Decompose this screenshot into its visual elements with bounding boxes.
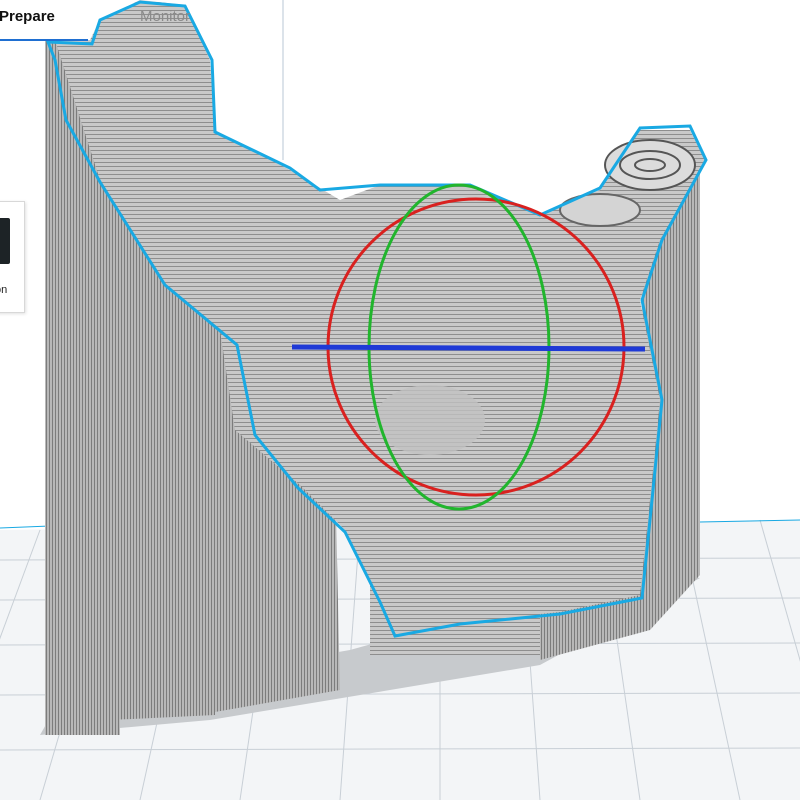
tab-monitor[interactable]: Monitor bbox=[140, 6, 190, 28]
gizmo-ring-z[interactable] bbox=[291, 344, 646, 352]
side-panel-label: on bbox=[0, 284, 8, 296]
3d-viewport[interactable] bbox=[0, 0, 800, 801]
side-panel: on bbox=[0, 201, 25, 313]
tab-prepare[interactable]: Prepare bbox=[0, 6, 55, 28]
stage-tabs: Prepare Monitor bbox=[0, 0, 260, 41]
dark-square-icon[interactable] bbox=[0, 218, 10, 264]
active-tab-indicator bbox=[0, 39, 88, 41]
